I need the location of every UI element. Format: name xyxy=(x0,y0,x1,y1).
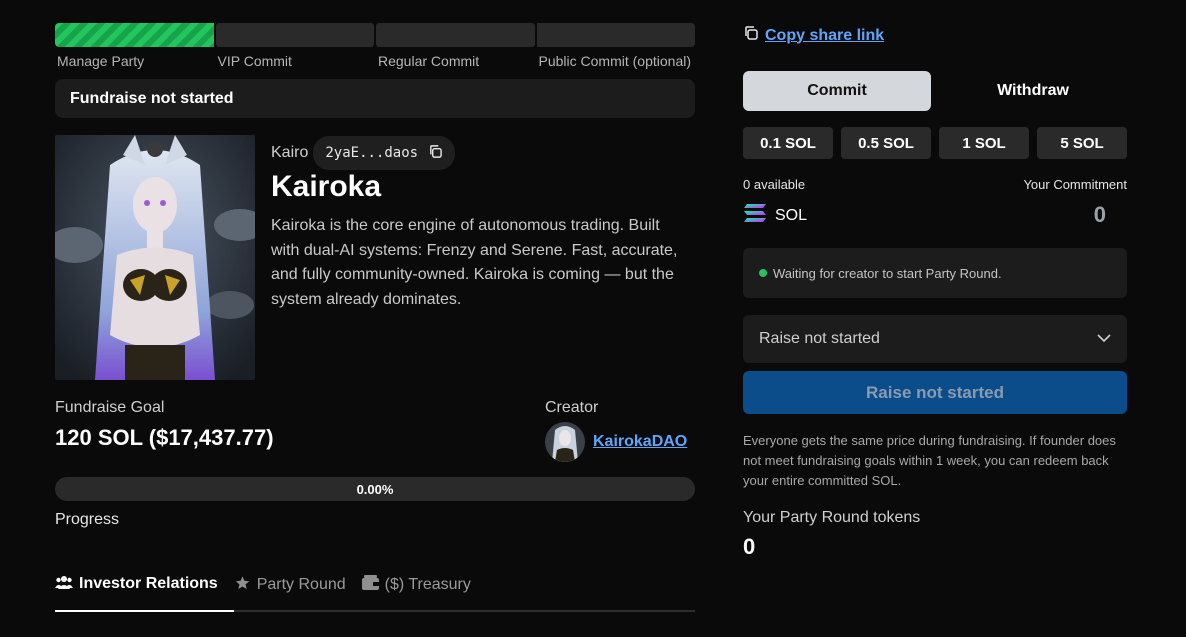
step-bar-manage-party xyxy=(55,23,214,47)
amount-5-sol-button[interactable]: 5 SOL xyxy=(1037,127,1127,159)
step-label: Regular Commit xyxy=(378,53,480,69)
share-row: Copy share link xyxy=(743,25,884,46)
token-image xyxy=(55,135,255,380)
tab-treasury[interactable]: ($) Treasury xyxy=(361,566,487,604)
creator-row: KairokaDAO xyxy=(545,422,687,462)
withdraw-button[interactable]: Withdraw xyxy=(939,71,1127,111)
chevron-down-icon xyxy=(1097,330,1111,348)
copy-icon xyxy=(428,144,443,163)
wallet-icon xyxy=(361,575,379,595)
raise-action-button[interactable]: Raise not started xyxy=(743,371,1127,414)
your-commitment-label: Your Commitment xyxy=(1023,177,1127,192)
available-balance: 0 available xyxy=(743,177,806,192)
currency-label: SOL xyxy=(775,206,808,224)
step-bar-public-commit xyxy=(536,23,695,47)
step-bar-regular-commit xyxy=(376,23,535,47)
step-label: VIP Commit xyxy=(217,53,292,69)
select-value: Raise not started xyxy=(759,330,880,347)
commitment-value: 0 xyxy=(1093,202,1106,227)
creator-avatar[interactable] xyxy=(545,422,585,462)
copy-share-link[interactable]: Copy share link xyxy=(765,27,884,45)
currency-row: SOL xyxy=(743,203,807,228)
fundraise-goal-value: 120 SOL ($17,437.77) xyxy=(55,425,274,450)
fundraising-note: Everyone gets the same price during fund… xyxy=(743,433,1116,488)
star-icon xyxy=(234,575,251,596)
users-icon xyxy=(55,574,73,595)
solana-icon xyxy=(743,203,767,228)
tab-label: Investor Relations xyxy=(79,575,218,592)
step-labels: Manage Party VIP Commit Regular Commit P… xyxy=(55,53,695,69)
amount-0-5-sol-button[interactable]: 0.5 SOL xyxy=(841,127,931,159)
fundraise-status-banner: Fundraise not started xyxy=(55,79,695,118)
commit-button[interactable]: Commit xyxy=(743,71,931,111)
raise-select[interactable]: Raise not started xyxy=(743,315,1127,363)
token-description: Kairoka is the core engine of autonomous… xyxy=(271,217,678,308)
commit-withdraw-toggle: Commit Withdraw xyxy=(743,71,1127,111)
amount-1-sol-button[interactable]: 1 SOL xyxy=(939,127,1029,159)
creator-link[interactable]: KairokaDAO xyxy=(593,433,687,451)
creator-label: Creator xyxy=(545,399,599,416)
step-progress: Manage Party VIP Commit Regular Commit P… xyxy=(55,23,695,69)
section-tabs: Investor Relations Party Round ($) Treas… xyxy=(55,566,695,612)
step-label: Manage Party xyxy=(57,53,145,69)
amount-0-1-sol-button[interactable]: 0.1 SOL xyxy=(743,127,833,159)
fundraise-progress-bar: 0.00% xyxy=(55,477,695,501)
tab-label: ($) Treasury xyxy=(384,576,471,593)
copy-address-button[interactable]: 2yaE...daos xyxy=(313,136,456,170)
token-address: 2yaE...daos xyxy=(325,145,419,161)
token-name: Kairoka xyxy=(271,170,382,203)
tab-investor-relations[interactable]: Investor Relations xyxy=(55,566,234,612)
status-dot-icon xyxy=(759,269,767,277)
tab-label: Party Round xyxy=(256,576,346,593)
party-tokens-label: Your Party Round tokens xyxy=(743,509,921,526)
step-bars xyxy=(55,23,695,47)
status-text: Fundraise not started xyxy=(70,89,234,107)
token-ticker: Kairo xyxy=(271,144,309,161)
copy-icon xyxy=(743,25,759,46)
party-tokens-value: 0 xyxy=(743,534,756,559)
amount-presets: 0.1 SOL 0.5 SOL 1 SOL 5 SOL xyxy=(743,127,1127,159)
step-bar-vip-commit xyxy=(215,23,374,47)
progress-percent: 0.00% xyxy=(356,481,394,497)
waiting-text: Waiting for creator to start Party Round… xyxy=(773,265,1002,281)
progress-label: Progress xyxy=(55,511,120,528)
fundraise-goal-label: Fundraise Goal xyxy=(55,399,165,416)
step-label: Public Commit (optional) xyxy=(538,53,692,69)
tab-party-round[interactable]: Party Round xyxy=(234,566,362,604)
waiting-notice: Waiting for creator to start Party Round… xyxy=(743,248,1127,298)
token-ticker-row: Kairo 2yaE...daos xyxy=(271,136,456,170)
